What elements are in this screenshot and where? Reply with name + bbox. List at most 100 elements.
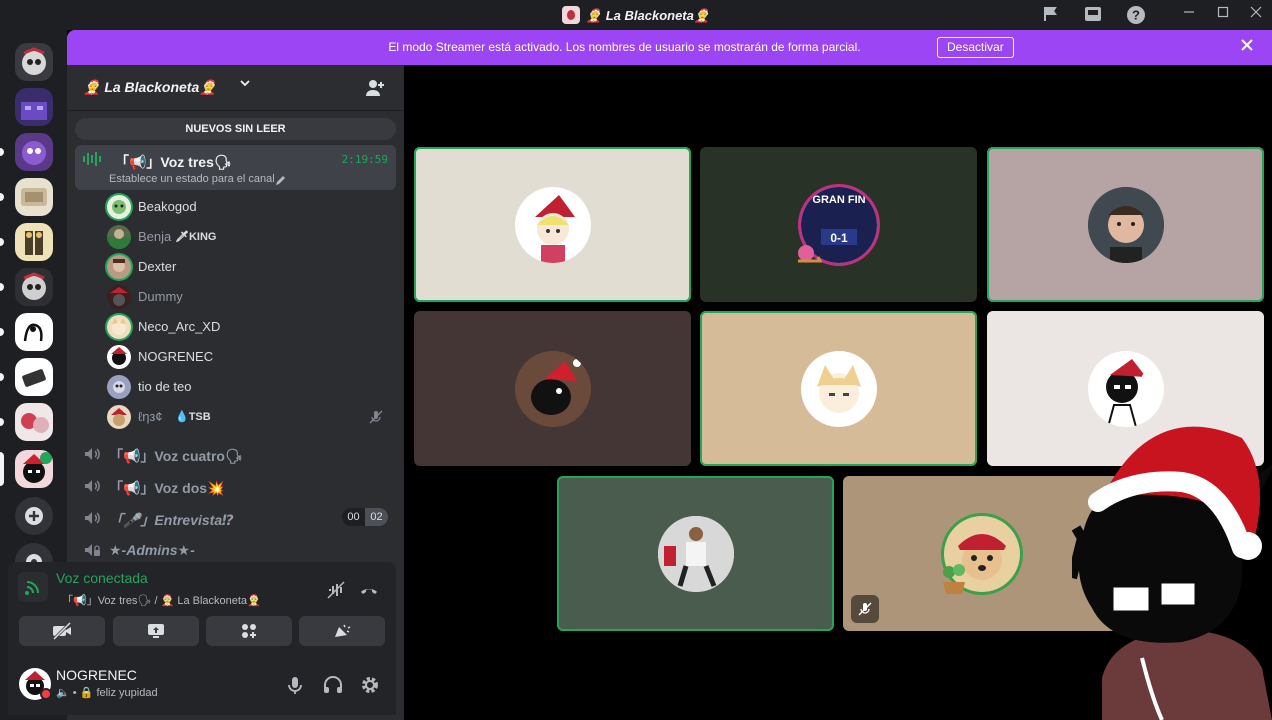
- activities-button[interactable]: [206, 616, 292, 646]
- soundboard-button[interactable]: [299, 616, 385, 646]
- voice-member[interactable]: Benja 🗡KING: [107, 225, 392, 249]
- member-name: tio de teo: [138, 379, 192, 394]
- guild-name: 🤶 La Blackoneta🤶: [83, 79, 217, 95]
- avatar: [107, 405, 131, 429]
- streamer-mode-banner: El modo Streamer está activado. Los nomb…: [67, 30, 1272, 65]
- custom-status: 🔈 • 🔒 feliz yupidad: [56, 687, 158, 699]
- user-limit-badge: 00 02: [342, 508, 388, 526]
- unread-label: NUEVOS SIN LEER: [185, 123, 286, 135]
- video-tile[interactable]: [557, 476, 834, 631]
- voice-channel[interactable]: ★-Admins★-: [75, 536, 396, 564]
- user-count: 00: [347, 511, 360, 523]
- voice-member[interactable]: ℓηз¢ 💧TSB: [107, 405, 392, 429]
- server-icon[interactable]: [15, 313, 53, 351]
- headphones-icon[interactable]: [322, 674, 344, 696]
- pencil-icon[interactable]: [275, 173, 286, 191]
- screen-share-button[interactable]: [113, 616, 199, 646]
- member-name: Benja: [138, 229, 172, 244]
- locked-speaker-icon: [83, 541, 101, 559]
- server-icon[interactable]: [15, 88, 53, 126]
- server-icon[interactable]: [15, 358, 53, 396]
- member-tag: 💧TSB: [175, 411, 211, 423]
- plant-icon: [939, 562, 971, 596]
- guild-header[interactable]: 🤶 La Blackoneta🤶: [67, 65, 404, 111]
- server-icon[interactable]: [15, 133, 53, 171]
- voice-member[interactable]: Dexter: [107, 255, 392, 279]
- video-tile[interactable]: [414, 311, 691, 466]
- speaker-icon: 🔈: [56, 687, 70, 699]
- member-name: Dummy: [138, 289, 183, 304]
- chevron-down-icon: [239, 77, 251, 92]
- disconnect-icon[interactable]: [359, 580, 379, 605]
- svg-text:?: ?: [1132, 8, 1140, 23]
- invite-people-icon[interactable]: [364, 77, 386, 99]
- close-icon[interactable]: [1240, 38, 1254, 57]
- avatar: [107, 225, 131, 249]
- member-tag: 🗡KING: [175, 231, 217, 243]
- member-name: Beakogod: [138, 199, 197, 214]
- inbox-icon[interactable]: [1083, 5, 1103, 25]
- user-panel: NOGRENEC 🔈 • 🔒 feliz yupidad: [8, 655, 396, 715]
- flag-icon[interactable]: [1041, 5, 1061, 25]
- member-name: ℓηз¢: [138, 409, 163, 424]
- voice-member[interactable]: Neco_Arc_XD: [107, 315, 392, 339]
- voice-channel[interactable]: 「🎤」Entrevista⁉ 00 02: [75, 504, 396, 532]
- noise-suppression-icon[interactable]: [326, 580, 346, 605]
- voice-channel-name: 「📢」Voz cuatro🗣: [109, 448, 243, 464]
- video-tile[interactable]: [414, 147, 691, 302]
- voice-member[interactable]: Dummy: [107, 285, 392, 309]
- maximize-icon[interactable]: [1213, 5, 1233, 25]
- gear-icon[interactable]: [359, 674, 381, 696]
- voice-channel-name: 「🎤」Entrevista⁉: [109, 512, 234, 528]
- participant-avatar: [1087, 350, 1164, 427]
- server-icon: [561, 6, 580, 24]
- voice-member[interactable]: NOGRENEC: [107, 345, 392, 369]
- avatar: [107, 345, 131, 369]
- microphone-icon[interactable]: [284, 674, 306, 696]
- title-bar: 🤶 La Blackoneta🤶 ?: [0, 0, 1272, 30]
- disable-streamer-button[interactable]: Desactivar: [937, 37, 1014, 58]
- video-tile[interactable]: [987, 147, 1264, 302]
- signal-icon[interactable]: [18, 572, 48, 602]
- member-name: Dexter: [138, 259, 177, 274]
- username[interactable]: NOGRENEC: [56, 667, 137, 683]
- avatar: [107, 285, 131, 309]
- dnd-status-indicator: [40, 688, 52, 700]
- unread-indicator: [0, 283, 4, 291]
- voice-location[interactable]: 「📢」Voz tres🗣 / 🤶 La Blackoneta🤶: [62, 592, 261, 608]
- server-icon[interactable]: [15, 43, 53, 81]
- add-server-button[interactable]: [15, 497, 53, 535]
- avatar: [107, 195, 131, 219]
- voice-activity-icon: [83, 152, 101, 171]
- video-tile[interactable]: [700, 311, 977, 466]
- minimize-icon[interactable]: [1179, 5, 1199, 25]
- avatar: [107, 315, 131, 339]
- voice-member[interactable]: tio de teo: [107, 375, 392, 399]
- server-icon[interactable]: [15, 403, 53, 441]
- camera-button[interactable]: [19, 616, 105, 646]
- close-window-icon[interactable]: [1246, 5, 1266, 25]
- participant-avatar: [657, 515, 734, 592]
- streamer-mode-message: El modo Streamer está activado. Los nomb…: [388, 40, 861, 54]
- video-tile[interactable]: GRAN FIN 0-1: [700, 147, 977, 302]
- channel-status-prompt[interactable]: Establece un estado para el canal: [109, 173, 275, 185]
- member-name: Neco_Arc_XD: [138, 319, 221, 334]
- speaker-icon: [83, 445, 101, 463]
- voice-member[interactable]: Beakogod: [107, 195, 392, 219]
- voice-channel[interactable]: 「📢」Voz cuatro🗣: [75, 440, 396, 468]
- participant-avatar: [800, 350, 877, 427]
- user-limit: 02: [365, 508, 388, 526]
- streamer-overlay-avatar: [1067, 418, 1272, 720]
- help-icon[interactable]: ?: [1126, 5, 1146, 25]
- new-unread-pill[interactable]: NUEVOS SIN LEER: [75, 118, 396, 140]
- server-icon[interactable]: [15, 223, 53, 261]
- participant-avatar: [514, 186, 591, 263]
- voice-channel[interactable]: 「📢」Voz dos💥: [75, 472, 396, 500]
- server-icon[interactable]: [15, 268, 53, 306]
- voice-status[interactable]: Voz conectada: [56, 570, 148, 586]
- participant-avatar: [1087, 186, 1164, 263]
- active-voice-channel[interactable]: 「📢」Voz tres🗣 2:19:59 Establece un estado…: [75, 145, 396, 190]
- server-icon[interactable]: [15, 178, 53, 216]
- server-icon-active[interactable]: [15, 450, 53, 488]
- custom-status-text: feliz yupidad: [96, 687, 158, 699]
